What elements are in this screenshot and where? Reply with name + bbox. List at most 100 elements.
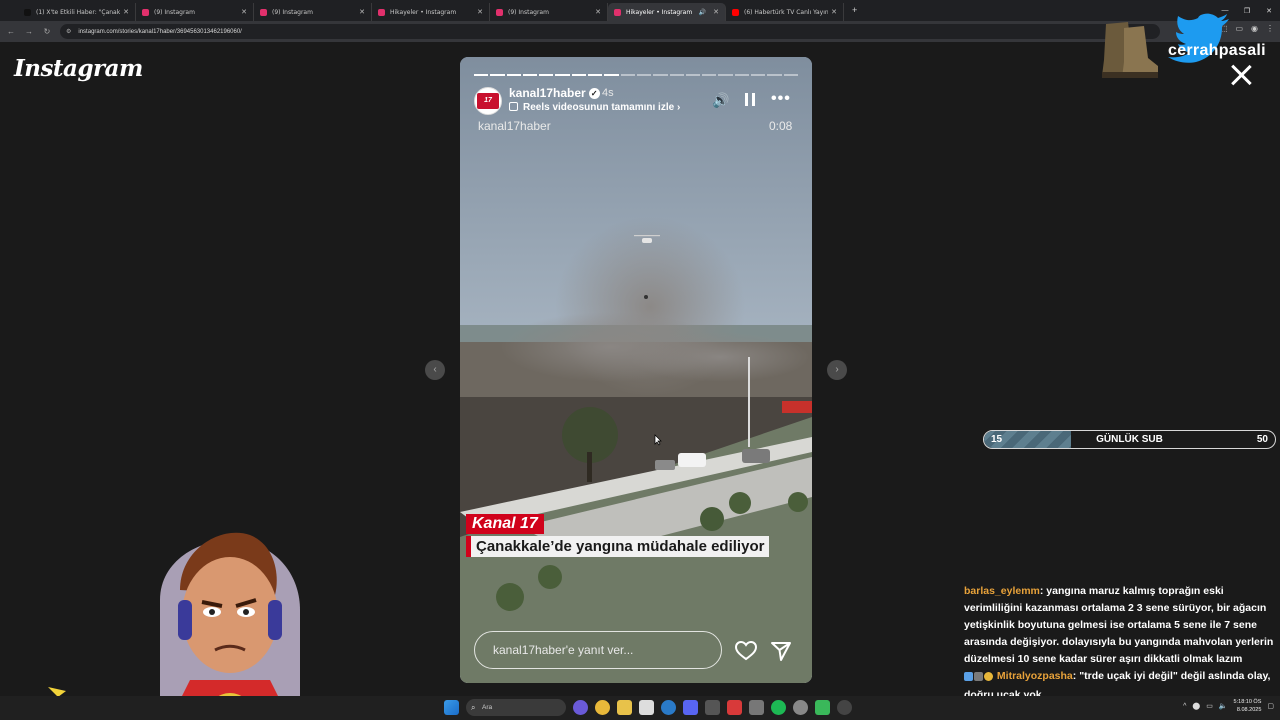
story-username[interactable]: kanal17haber ✓ [509, 86, 600, 100]
new-tab-button[interactable]: + [852, 0, 857, 21]
progress-segment [522, 74, 538, 76]
reels-link-text: Reels videosunun tamamını izle [523, 102, 675, 113]
notifications-icon[interactable]: ▢ [1267, 702, 1274, 710]
next-story-icon[interactable]: › [827, 360, 847, 380]
tab-audio-icon[interactable]: 🔊 [699, 9, 706, 16]
tab-title: (6) Habertürk TV Canlı Yayın ᴴᴰ [744, 8, 829, 16]
spotify-icon[interactable] [771, 700, 786, 715]
brand-name: cerrahpasali [1168, 42, 1266, 59]
progress-segment [571, 74, 587, 76]
taskbar-search[interactable]: Ara [466, 699, 566, 716]
app-gray-icon[interactable] [749, 700, 764, 715]
progress-segment [669, 74, 684, 76]
file-explorer-icon[interactable] [617, 700, 632, 715]
chat-username: Mitralyozpasha [996, 670, 1073, 682]
sub-goal-target: 50 [1256, 434, 1268, 445]
network-icon[interactable]: ▭ [1206, 702, 1213, 710]
chat-badges [964, 670, 994, 687]
send-direct-icon[interactable] [769, 639, 793, 663]
daily-sub-goal-bar: 15 GÜNLÜK SUB 50 [983, 430, 1276, 449]
app-settings-icon[interactable] [793, 700, 808, 715]
tab-title: Hikayeler • Instagram [626, 8, 693, 16]
story-card[interactable]: 17 kanal17haber ✓ 4s Reels videosunun tam… [460, 57, 812, 683]
tab-favicon-icon [614, 8, 621, 16]
ccleaner-icon[interactable] [661, 700, 676, 715]
volume-icon[interactable]: 🔊 [712, 92, 729, 109]
badge-icon [964, 672, 973, 681]
windows-taskbar: Ara ^ ⬤ ▭ 🔈 5:18:10 ÖS 8.08.2025 ▢ [0, 696, 1280, 720]
site-info-icon[interactable]: ⚙ [66, 28, 71, 35]
previous-story-icon[interactable]: ‹ [425, 360, 445, 380]
tray-overflow-icon[interactable]: ^ [1183, 703, 1186, 710]
tab-favicon-icon [378, 8, 385, 16]
tab-close-icon[interactable]: ✕ [831, 8, 837, 16]
badge-icon [984, 672, 993, 681]
channel-tag: Kanal 17 [466, 514, 544, 534]
badge-icon [974, 672, 983, 681]
browser-tab[interactable]: Hikayeler • Instagram 🔊 ✕ [608, 3, 726, 21]
browser-tab-bar: (1) X'te Etkili Haber: "Çanakkale✕(9) In… [0, 0, 1280, 21]
pause-icon[interactable] [745, 93, 755, 106]
app-red-icon[interactable] [727, 700, 742, 715]
clock-time: 5:18:10 ÖS [1233, 699, 1262, 705]
progress-segment [718, 74, 733, 76]
story-time-ago: 4s [602, 87, 614, 99]
verified-badge-icon: ✓ [588, 88, 600, 99]
tab-close-icon[interactable]: ✕ [595, 8, 601, 16]
username-text: kanal17haber [509, 86, 586, 100]
address-bar[interactable]: ⚙ instagram.com/stories/kanal17haber/369… [60, 24, 1160, 39]
back-icon[interactable]: ← [2, 27, 20, 36]
browser-tab[interactable]: (9) Instagram ✕ [490, 3, 608, 21]
tab-title: (9) Instagram [154, 8, 195, 16]
volume-tray-icon[interactable]: 🔈 [1219, 702, 1228, 710]
tab-title: (1) X'te Etkili Haber: "Çanakkale [36, 8, 121, 16]
tab-favicon-icon [732, 8, 739, 16]
video-watermark-username: kanal17haber [478, 119, 551, 133]
tab-title: (9) Instagram [508, 8, 549, 16]
progress-segment [751, 74, 766, 76]
progress-segment [685, 74, 701, 76]
reply-input[interactable]: kanal17haber'e yanıt ver... [474, 631, 722, 669]
browser-tab[interactable]: (1) X'te Etkili Haber: "Çanakkale✕ [18, 3, 136, 21]
browser-tab[interactable]: (6) Habertürk TV Canlı Yayın ᴴᴰ ✕ [726, 3, 844, 21]
tab-favicon-icon [142, 8, 149, 16]
windows-start-icon[interactable] [444, 700, 459, 715]
streamer-avatar-cartoon [160, 532, 300, 720]
chat-username: barlas_eylemm [964, 585, 1040, 597]
like-heart-icon[interactable] [734, 639, 758, 663]
forward-icon[interactable]: → [20, 27, 38, 36]
tab-favicon-icon [24, 8, 31, 16]
sub-goal-label: GÜNLÜK SUB [1096, 434, 1163, 445]
reels-icon [509, 102, 518, 111]
stream-chat: barlas_eylemm: yangına maruz kalmış topr… [964, 583, 1276, 704]
discord-icon[interactable] [683, 700, 698, 715]
tab-close-icon[interactable]: ✕ [713, 8, 719, 16]
tab-close-icon[interactable]: ✕ [477, 8, 483, 16]
system-tray: ^ ⬤ ▭ 🔈 5:18:10 ÖS 8.08.2025 ▢ [1183, 698, 1274, 714]
more-options-icon[interactable]: ••• [771, 90, 791, 108]
story-video-frame [460, 57, 812, 683]
taskbar-clock[interactable]: 5:18:10 ÖS 8.08.2025 [1234, 698, 1262, 714]
tab-close-icon[interactable]: ✕ [123, 8, 129, 16]
clock-date: 8.08.2025 [1236, 707, 1262, 713]
app-green-icon[interactable] [815, 700, 830, 715]
copilot-icon[interactable] [573, 700, 588, 715]
app-dark-icon[interactable] [837, 700, 852, 715]
browser-tab[interactable]: (9) Instagram ✕ [136, 3, 254, 21]
obs-icon[interactable] [705, 700, 720, 715]
instagram-logo[interactable]: Instagram [14, 55, 143, 82]
browser-toolbar: ← → ↻ ⚙ instagram.com/stories/kanal17hab… [0, 21, 1280, 42]
story-progress-bar [474, 74, 798, 76]
news-lower-third: Kanal 17 Çanakkale’de yangına müdahale e… [466, 514, 770, 557]
tab-close-icon[interactable]: ✕ [241, 8, 247, 16]
browser-tab[interactable]: (9) Instagram ✕ [254, 3, 372, 21]
profile-avatar[interactable]: 17 [474, 87, 502, 115]
progress-segment [767, 74, 782, 76]
full-reel-link[interactable]: Reels videosunun tamamını izle › [509, 102, 680, 113]
tab-close-icon[interactable]: ✕ [359, 8, 365, 16]
chrome-icon[interactable] [595, 700, 610, 715]
tray-app-icon[interactable]: ⬤ [1192, 702, 1200, 710]
browser-tab[interactable]: Hikayeler • Instagram ✕ [372, 3, 490, 21]
notepad-icon[interactable] [639, 700, 654, 715]
reload-icon[interactable]: ↻ [38, 27, 56, 36]
